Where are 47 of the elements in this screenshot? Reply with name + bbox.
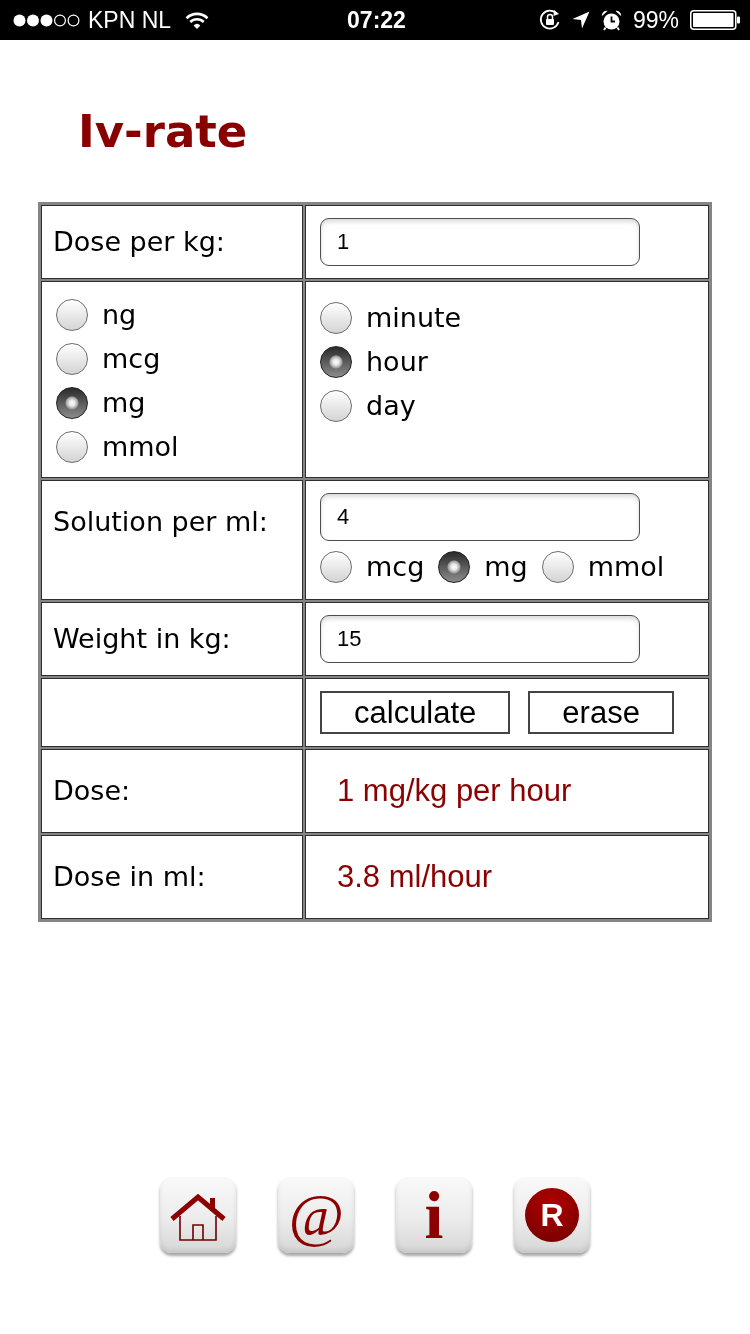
input-field[interactable]: 4	[320, 493, 640, 541]
result-value: 3.8 ml/hour	[337, 859, 493, 894]
option-label: mcg	[366, 550, 425, 584]
option-label: mmol	[587, 550, 665, 584]
option-label: mg	[102, 386, 146, 420]
signal-icon	[13, 13, 80, 27]
house-icon	[170, 1193, 226, 1241]
option-label: mmol	[102, 430, 179, 464]
home-button[interactable]	[160, 1177, 236, 1253]
radio-button[interactable]	[320, 346, 352, 378]
field-label: Dose per kg:	[53, 226, 225, 257]
radio-button[interactable]	[56, 431, 88, 463]
field-label: Dose in ml:	[53, 861, 206, 892]
info-button[interactable]: i	[396, 1177, 472, 1253]
radio-button[interactable]	[320, 302, 352, 334]
option-label: day	[366, 389, 416, 423]
radio-button[interactable]	[56, 387, 88, 419]
radio-button[interactable]	[56, 299, 88, 331]
battery-icon	[690, 10, 740, 30]
rotation-lock-icon	[538, 9, 561, 31]
input-field[interactable]: 1	[320, 218, 640, 266]
field-label: Solution per ml:	[53, 506, 268, 537]
option-label: hour	[366, 345, 428, 379]
option-label: mcg	[102, 342, 161, 376]
alarm-clock-icon	[600, 9, 622, 31]
radio-button[interactable]	[320, 551, 352, 583]
radio-button[interactable]	[541, 551, 574, 583]
input-field[interactable]: 15	[320, 615, 640, 663]
calculate-button[interactable]: calculate	[320, 691, 511, 734]
field-label: Weight in kg:	[53, 623, 231, 654]
radio-button[interactable]	[438, 551, 471, 583]
location-arrow-icon	[571, 11, 590, 29]
field-label: Dose:	[53, 775, 131, 806]
option-label: minute	[366, 301, 462, 335]
radio-button[interactable]	[56, 343, 88, 375]
wifi-icon	[185, 11, 210, 29]
erase-button[interactable]: erase	[528, 691, 674, 734]
carrier-name: KPN NL	[88, 6, 172, 34]
clock-time: 07:22	[347, 6, 406, 34]
radio-button[interactable]	[320, 390, 352, 422]
result-value: 1 mg/kg per hour	[337, 773, 572, 808]
app-title: Iv-rate	[78, 104, 248, 160]
battery-percentage: 99%	[632, 6, 679, 34]
letter-r-button[interactable]: R	[514, 1177, 590, 1253]
option-label: mg	[484, 550, 528, 584]
at-sign-button[interactable]: @	[278, 1177, 354, 1253]
option-label: ng	[102, 298, 137, 332]
